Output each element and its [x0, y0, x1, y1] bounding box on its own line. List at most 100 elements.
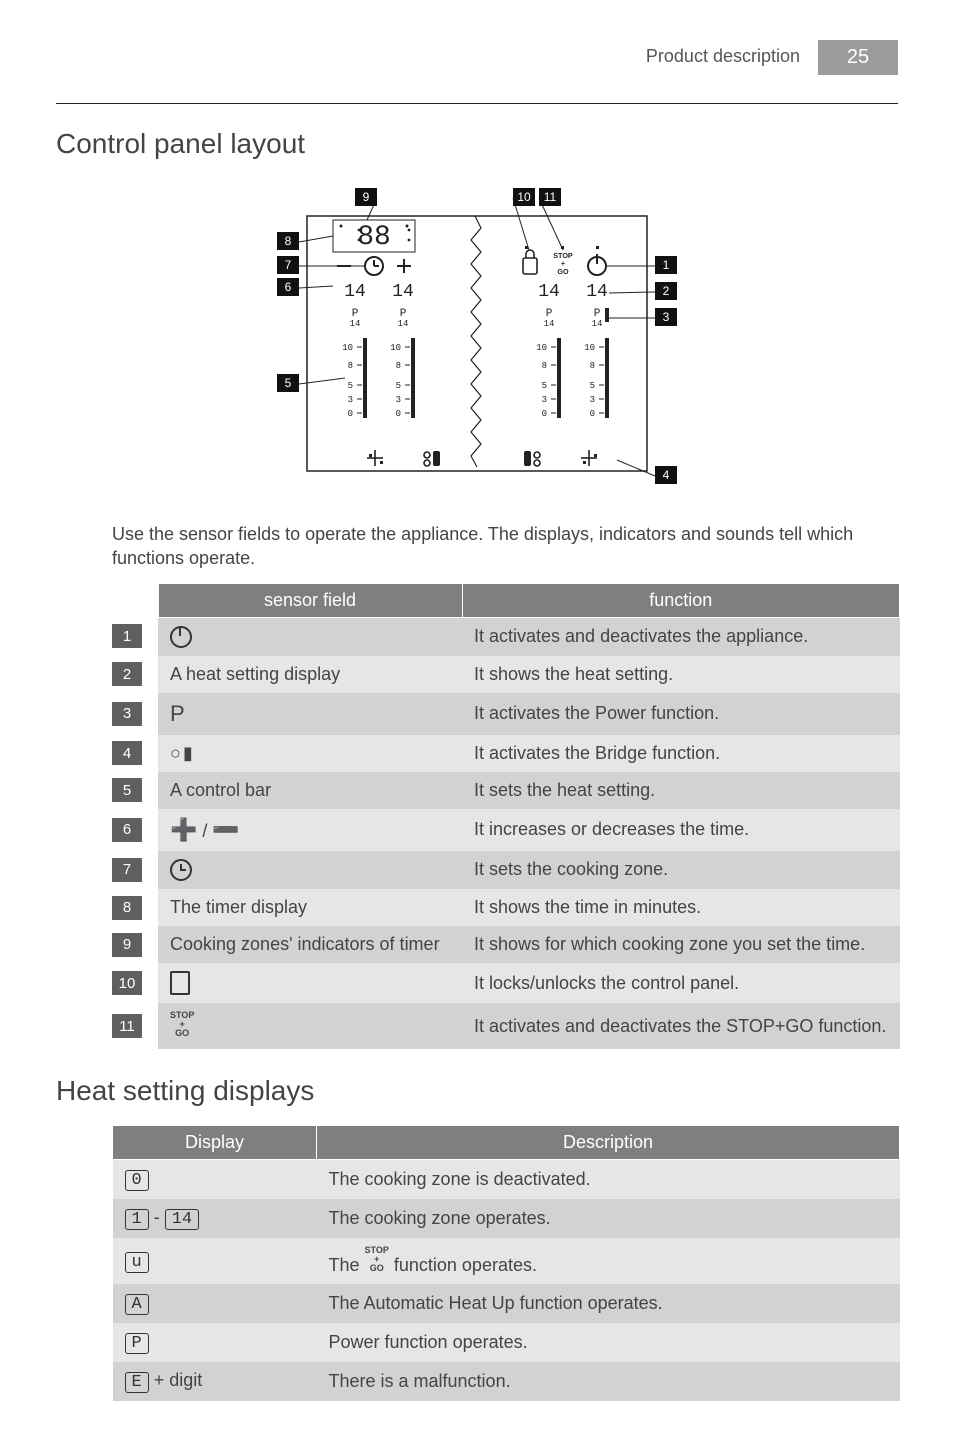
svg-text:14: 14 [344, 282, 366, 302]
svg-text:5: 5 [542, 381, 547, 391]
row-index: 4 [112, 735, 158, 772]
svg-text:4: 4 [663, 468, 670, 482]
svg-text:11: 11 [544, 190, 557, 204]
svg-text:5: 5 [348, 381, 353, 391]
svg-text:3: 3 [590, 395, 595, 405]
svg-text:3: 3 [663, 310, 670, 324]
svg-text:3: 3 [396, 395, 401, 405]
bridge-icon: ○▮ [170, 743, 195, 763]
th-function: function [462, 583, 900, 617]
description-cell: The cooking zone operates. [317, 1199, 900, 1238]
svg-text:10: 10 [342, 343, 353, 353]
svg-text:8: 8 [590, 361, 595, 371]
intro-paragraph: Use the sensor fields to operate the app… [112, 522, 898, 571]
row-index: 3 [112, 693, 158, 735]
svg-text:10: 10 [517, 190, 531, 204]
th-sensor-field: sensor field [158, 583, 462, 617]
function-cell: It increases or decreases the time. [462, 809, 900, 851]
display-cell: A [113, 1284, 317, 1323]
function-cell: It shows for which cooking zone you set … [462, 926, 900, 963]
row-index: 9 [112, 926, 158, 963]
function-cell: It activates the Bridge function. [462, 735, 900, 772]
function-cell: It shows the heat setting. [462, 656, 900, 693]
display-cell: P [113, 1323, 317, 1362]
svg-text:0: 0 [396, 409, 401, 419]
sensor-field-cell: Cooking zones' indicators of timer [158, 926, 462, 963]
svg-text:3: 3 [348, 395, 353, 405]
sensor-field-table: sensor field function 1 It activates and … [112, 583, 900, 1050]
svg-text:0: 0 [590, 409, 595, 419]
control-panel-svg: 88 STOP + GO [237, 178, 717, 508]
diagram-timer-digits: 88 [357, 222, 391, 253]
svg-text:14: 14 [586, 282, 608, 302]
svg-text:3: 3 [542, 395, 547, 405]
page-number: 25 [818, 40, 898, 75]
display-cell: u [113, 1238, 317, 1284]
svg-text:14: 14 [538, 282, 560, 302]
section-title-heat-displays: Heat setting displays [56, 1075, 898, 1107]
svg-text:2: 2 [663, 284, 670, 298]
sensor-field-cell [158, 617, 462, 656]
section-name: Product description [646, 40, 818, 75]
section-title-control-panel: Control panel layout [56, 128, 898, 160]
svg-text:GO: GO [557, 267, 569, 276]
display-cell: 1 - 14 [113, 1199, 317, 1238]
row-index: 5 [112, 772, 158, 809]
plus-minus-icon: ➕ [170, 817, 197, 842]
control-panel-diagram: 88 STOP + GO [56, 178, 898, 508]
row-index: 7 [112, 851, 158, 889]
th-display: Display [113, 1126, 317, 1160]
svg-text:14: 14 [544, 319, 555, 329]
svg-text:10: 10 [584, 343, 595, 353]
sensor-field-cell: The timer display [158, 889, 462, 926]
description-cell: The cooking zone is deactivated. [317, 1160, 900, 1200]
svg-text:14: 14 [392, 282, 414, 302]
function-cell: It shows the time in minutes. [462, 889, 900, 926]
svg-text:8: 8 [285, 234, 292, 248]
svg-text:14: 14 [592, 319, 603, 329]
row-index: 10 [112, 963, 158, 1003]
function-cell: It sets the heat setting. [462, 772, 900, 809]
lock-icon [170, 971, 190, 995]
function-cell: It activates and deactivates the STOP+GO… [462, 1003, 900, 1049]
svg-text:8: 8 [396, 361, 401, 371]
svg-text:7: 7 [285, 258, 292, 272]
stop-go-icon: STOP+GO [365, 1246, 389, 1273]
description-cell: The STOP+GO function operates. [317, 1238, 900, 1284]
row-index: 11 [112, 1003, 158, 1049]
description-cell: There is a malfunction. [317, 1362, 900, 1401]
sensor-field-cell: P [158, 693, 462, 735]
row-index: 2 [112, 656, 158, 693]
description-cell: The Automatic Heat Up function operates. [317, 1284, 900, 1323]
svg-text:6: 6 [285, 280, 292, 294]
svg-text:5: 5 [590, 381, 595, 391]
svg-text:1: 1 [663, 258, 670, 272]
function-cell: It locks/unlocks the control panel. [462, 963, 900, 1003]
page-header: Product description 25 [56, 40, 898, 75]
power-icon [170, 626, 192, 648]
th-description: Description [317, 1126, 900, 1160]
function-cell: It activates the Power function. [462, 693, 900, 735]
svg-text:0: 0 [542, 409, 547, 419]
sensor-field-cell [158, 963, 462, 1003]
sensor-field-cell [158, 851, 462, 889]
display-cell: 0 [113, 1160, 317, 1200]
svg-text:5: 5 [285, 376, 292, 390]
function-cell: It activates and deactivates the applian… [462, 617, 900, 656]
function-cell: It sets the cooking zone. [462, 851, 900, 889]
svg-text:14: 14 [350, 319, 361, 329]
sensor-field-cell: ➕ / ➖ [158, 809, 462, 851]
svg-text:5: 5 [396, 381, 401, 391]
sensor-field-cell: A control bar [158, 772, 462, 809]
svg-text:10: 10 [390, 343, 401, 353]
sensor-field-cell: STOP+GO [158, 1003, 462, 1049]
row-index: 6 [112, 809, 158, 851]
row-index: 1 [112, 617, 158, 656]
svg-text:14: 14 [398, 319, 409, 329]
heat-display-table: Display Description 0The cooking zone is… [112, 1125, 900, 1401]
sensor-field-cell: A heat setting display [158, 656, 462, 693]
display-cell: E + digit [113, 1362, 317, 1401]
svg-text:8: 8 [542, 361, 547, 371]
row-index: 8 [112, 889, 158, 926]
description-cell: Power function operates. [317, 1323, 900, 1362]
